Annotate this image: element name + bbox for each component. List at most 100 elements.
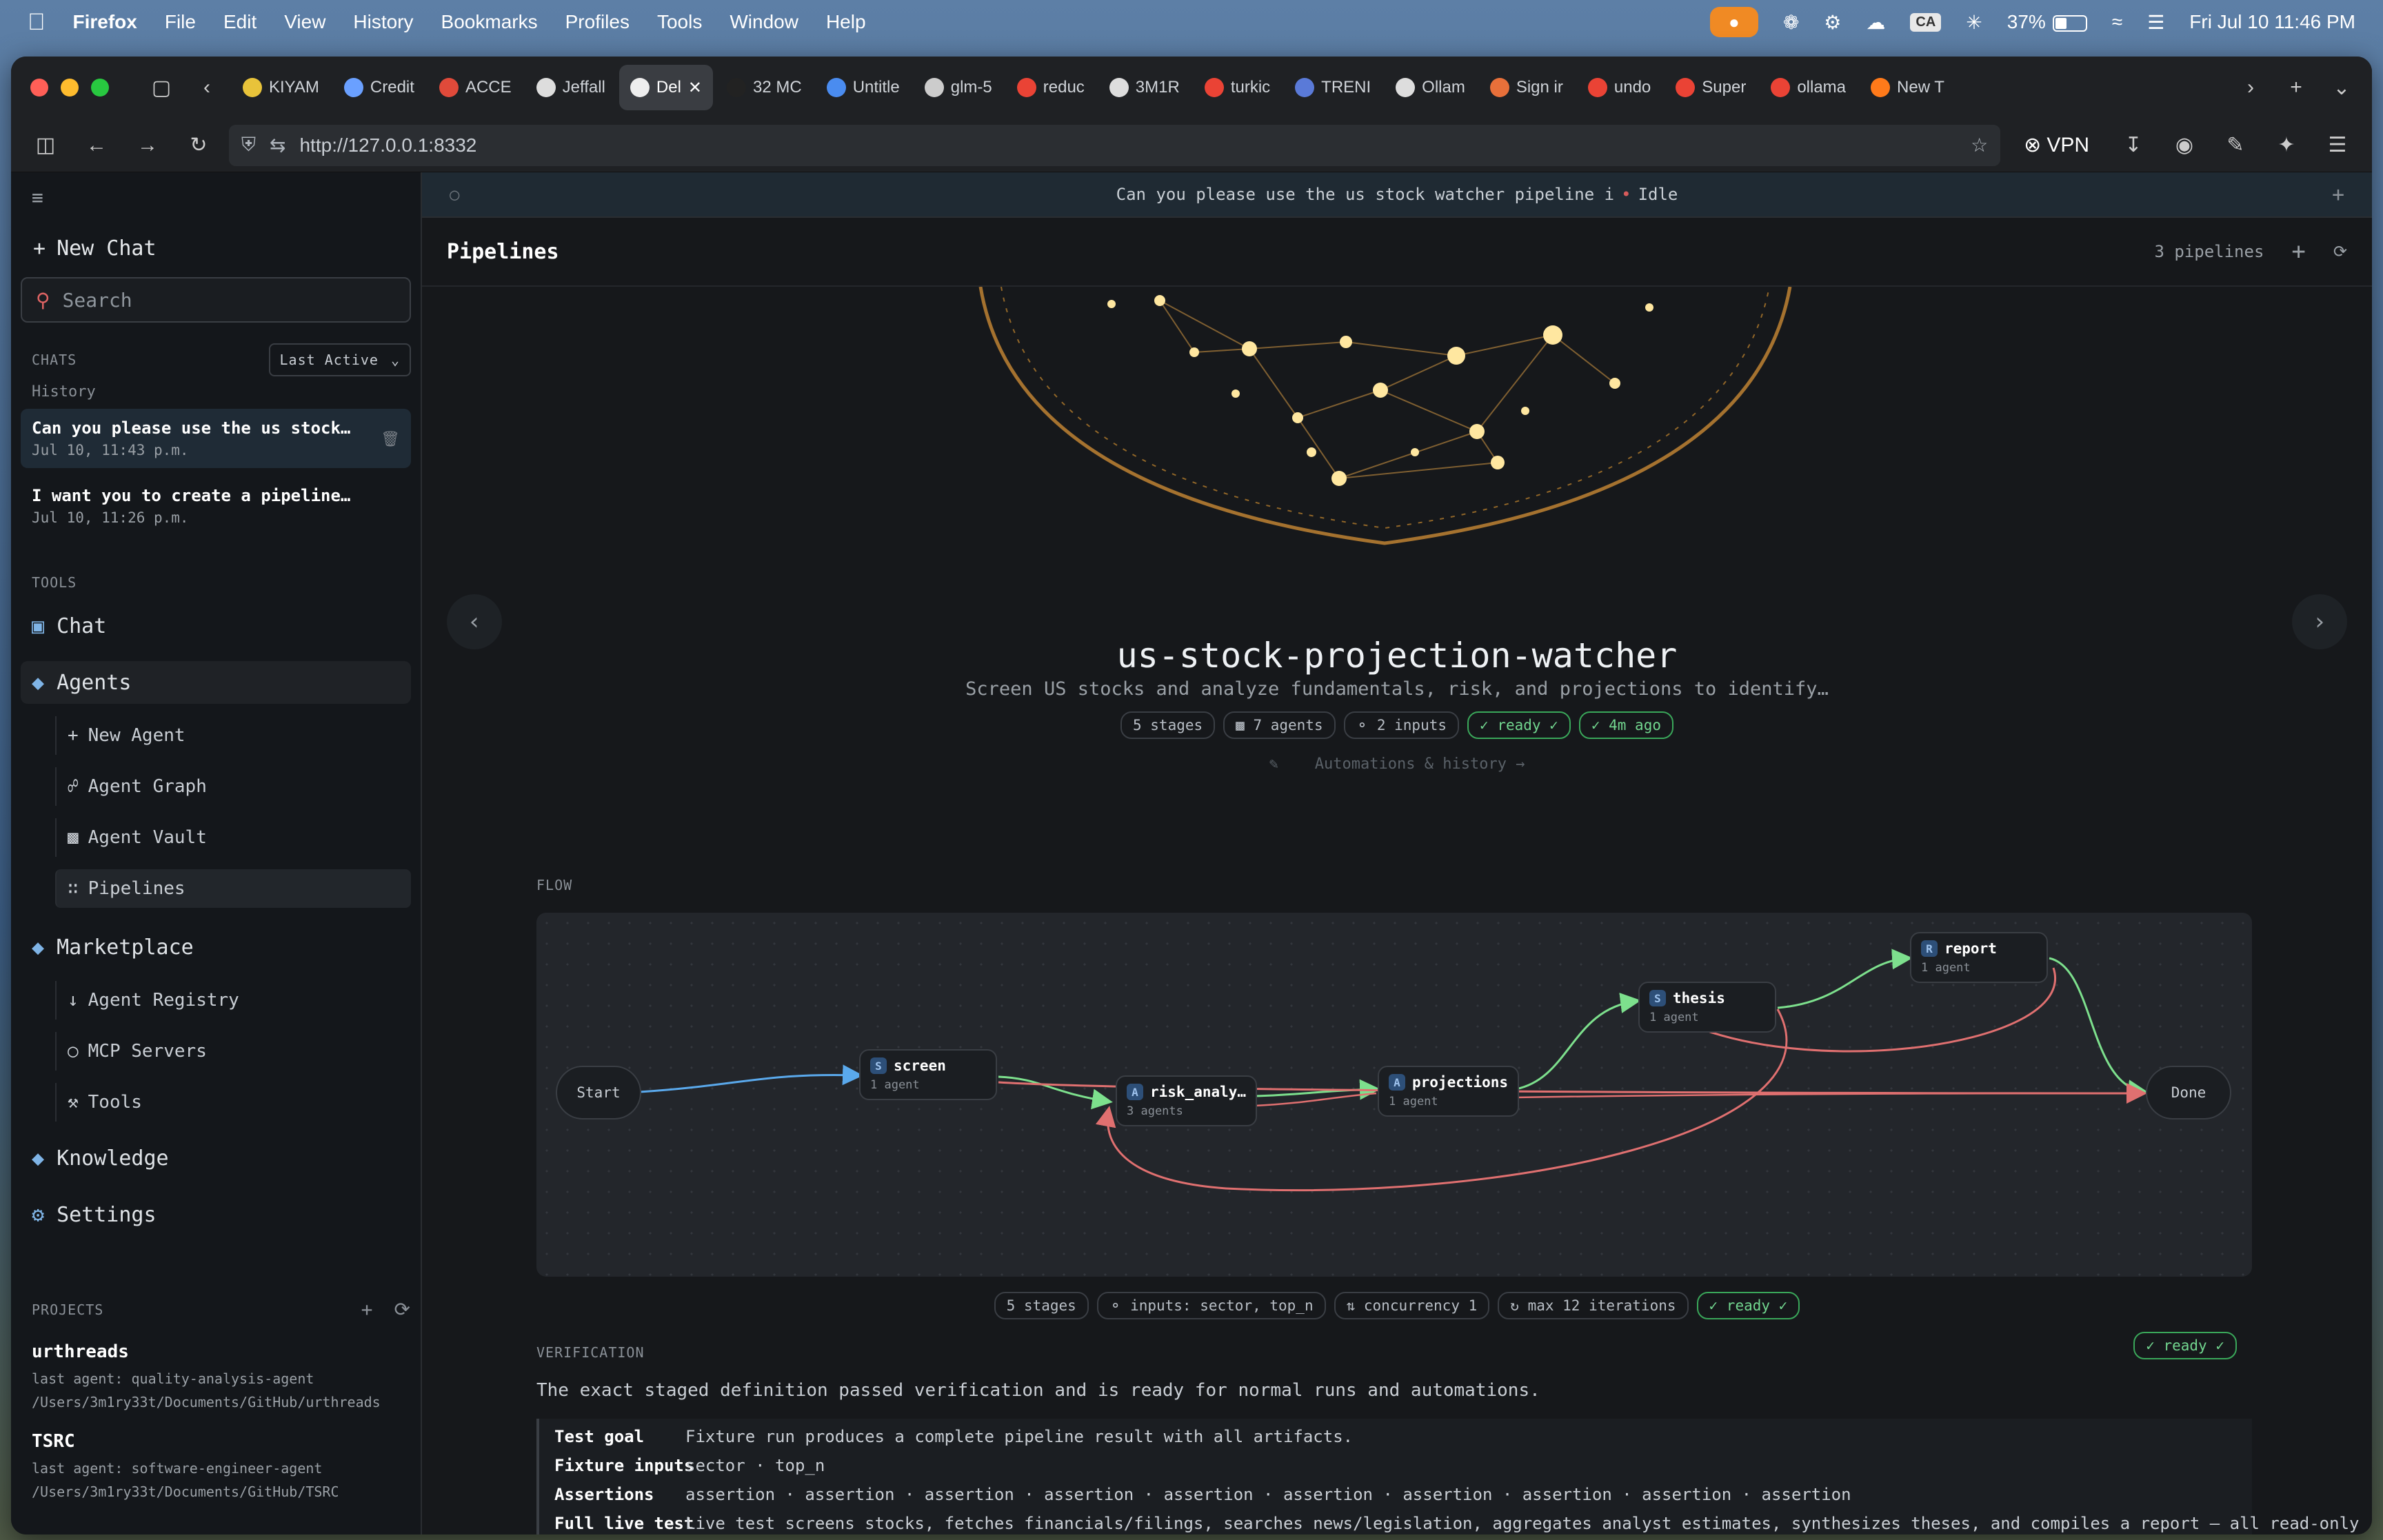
nav-chat[interactable]: ▣ Chat <box>21 605 411 647</box>
flow-node-report[interactable]: Rreport 1 agent <box>1910 932 2048 983</box>
nav-agent-registry[interactable]: ↓ Agent Registry <box>55 981 411 1020</box>
nav-settings[interactable]: ⚙ Settings <box>21 1193 411 1236</box>
refresh-icon[interactable]: ⟳ <box>2333 242 2347 261</box>
menu-profiles[interactable]: Profiles <box>565 11 630 33</box>
menu-view[interactable]: View <box>284 11 325 33</box>
flow-node-thesis[interactable]: Sthesis 1 agent <box>1638 982 1776 1033</box>
tab-overview-icon[interactable]: ▢ <box>141 67 182 108</box>
extension-icon[interactable]: ⚙ <box>1824 11 1841 34</box>
flow-start-node[interactable]: Start <box>556 1066 641 1119</box>
browser-tab[interactable]: TRENI <box>1284 65 1382 110</box>
nav-marketplace[interactable]: ◆ Marketplace <box>21 926 411 969</box>
input-source-icon[interactable]: CA <box>1910 12 1942 32</box>
battery-status[interactable]: 37% <box>2007 11 2087 33</box>
extensions-icon[interactable]: ✎ <box>2215 125 2256 166</box>
project-item[interactable]: urthreads last agent: quality-analysis-a… <box>21 1341 411 1410</box>
flow-node-projections[interactable]: Aprojections 1 agent <box>1378 1066 1520 1117</box>
microphone-icon[interactable]: ● <box>1709 7 1758 37</box>
search-input[interactable]: ⚲ Search <box>21 277 411 323</box>
browser-tab[interactable]: KIYAM <box>232 65 330 110</box>
addon-icon[interactable]: ✦ <box>2266 125 2307 166</box>
node-agents: 3 agents <box>1127 1104 1183 1118</box>
permissions-icon[interactable]: ⇆ <box>270 134 285 156</box>
back-icon[interactable]: ← <box>76 125 117 166</box>
close-tab-icon[interactable]: ✕ <box>688 78 702 98</box>
menu-app-name[interactable]: Firefox <box>73 11 137 33</box>
browser-tab[interactable]: Ollam <box>1385 65 1476 110</box>
menu-tools[interactable]: Tools <box>657 11 702 33</box>
new-chat-plus-icon[interactable]: + <box>2332 183 2344 207</box>
sidebar-menu-icon[interactable]: ≡ <box>32 186 411 209</box>
refresh-projects-icon[interactable]: ⟳ <box>394 1298 411 1321</box>
menu-file[interactable]: File <box>165 11 196 33</box>
chat-item[interactable]: Can you please use the us stock… Jul 10,… <box>21 409 411 468</box>
bookmark-star-icon[interactable]: ☆ <box>1971 134 1988 156</box>
menu-help[interactable]: Help <box>826 11 866 33</box>
flow-done-node[interactable]: Done <box>2146 1066 2231 1119</box>
browser-tab[interactable]: turkic <box>1194 65 1281 110</box>
add-pipeline-icon[interactable]: + <box>2291 238 2305 265</box>
sidebar-toggle-icon[interactable]: ◫ <box>25 125 66 166</box>
sort-dropdown[interactable]: Last Active ⌄ <box>268 343 411 376</box>
browser-tab[interactable]: Sign ir <box>1479 65 1574 110</box>
chat-item[interactable]: I want you to create a pipeline… Jul 10,… <box>21 476 411 536</box>
downloads-icon[interactable]: ↧ <box>2113 125 2154 166</box>
forward-icon[interactable]: → <box>127 125 168 166</box>
menu-bookmarks[interactable]: Bookmarks <box>441 11 538 33</box>
nav-agent-vault[interactable]: ▩ Agent Vault <box>55 818 411 857</box>
reload-icon[interactable]: ↻ <box>178 125 219 166</box>
tabs-scroll-right-icon[interactable]: › <box>2230 67 2271 108</box>
close-window-button[interactable] <box>30 79 48 97</box>
add-project-icon[interactable]: + <box>361 1298 374 1321</box>
browser-tab[interactable]: ACCE <box>428 65 523 110</box>
openai-icon[interactable]: ❁ <box>1783 11 1799 34</box>
menu-history[interactable]: History <box>353 11 413 33</box>
apple-icon[interactable]:  <box>28 9 46 36</box>
menu-edit[interactable]: Edit <box>223 11 257 33</box>
list-tabs-icon[interactable]: ⌄ <box>2321 67 2362 108</box>
browser-tab[interactable]: reduc <box>1006 65 1096 110</box>
control-center-icon[interactable]: ☰ <box>2147 11 2164 34</box>
new-tab-icon[interactable]: + <box>2275 67 2317 108</box>
nav-agent-graph[interactable]: ☍ Agent Graph <box>55 767 411 806</box>
nav-pipelines[interactable]: ∷ Pipelines <box>55 869 411 908</box>
menu-window[interactable]: Window <box>730 11 798 33</box>
chat-status-bar[interactable]: ○ Can you please use the us stock watche… <box>422 172 2372 218</box>
browser-tab[interactable]: New T <box>1860 65 1955 110</box>
browser-tab[interactable]: undo <box>1577 65 1662 110</box>
flow-node-screen[interactable]: Sscreen 1 agent <box>859 1049 997 1100</box>
nav-mcp-servers[interactable]: ○ MCP Servers <box>55 1032 411 1071</box>
browser-tab[interactable]: glm-5 <box>914 65 1003 110</box>
account-icon[interactable]: ◉ <box>2164 125 2205 166</box>
minimize-window-button[interactable] <box>61 79 79 97</box>
flow-node-risk-analysis[interactable]: Arisk_analy… 3 agents <box>1116 1075 1258 1126</box>
browser-tab[interactable]: Credit <box>333 65 425 110</box>
nav-knowledge[interactable]: ◆ Knowledge <box>21 1137 411 1179</box>
nav-new-agent[interactable]: + New Agent <box>55 716 411 755</box>
hamburger-menu-icon[interactable]: ☰ <box>2317 125 2358 166</box>
browser-tab[interactable]: 3M1R <box>1098 65 1191 110</box>
maximize-window-button[interactable] <box>91 79 109 97</box>
browser-tab[interactable]: Super <box>1665 65 1757 110</box>
tabs-scroll-left-icon[interactable]: ‹ <box>186 67 228 108</box>
wifi-icon[interactable]: ≈ <box>2112 11 2122 33</box>
flow-canvas[interactable]: Start Sscreen 1 agent Arisk_analy… 3 age… <box>536 913 2252 1277</box>
new-chat-button[interactable]: + New Chat <box>21 236 411 261</box>
shield-icon[interactable]: ⛨ <box>241 134 256 156</box>
nav-agents[interactable]: ◆ Agents <box>21 661 411 704</box>
weather-icon[interactable]: ☁ <box>1866 11 1885 34</box>
url-text[interactable]: http://127.0.0.1:8332 <box>299 134 1957 156</box>
project-item[interactable]: TSRC last agent: software-engineer-agent… <box>21 1431 411 1500</box>
clock[interactable]: Fri Jul 10 11:46 PM <box>2189 11 2355 33</box>
vpn-button[interactable]: ⊗ VPN <box>2024 133 2089 157</box>
browser-tab[interactable]: ollama <box>1760 65 1857 110</box>
automations-link[interactable]: ✎ Automations & history → <box>422 756 2372 773</box>
browser-tab[interactable]: 32 MC <box>716 65 813 110</box>
trash-icon[interactable]: 🗑 <box>381 431 400 448</box>
browser-tab[interactable]: Jeffall <box>525 65 616 110</box>
browser-tab[interactable]: Del ✕ <box>619 65 714 110</box>
nav-tools[interactable]: ⚒ Tools <box>55 1083 411 1122</box>
sun-icon[interactable]: ✳ <box>1966 11 1982 34</box>
browser-tab[interactable]: Untitle <box>816 65 911 110</box>
address-bar[interactable]: ⛨ ⇆ http://127.0.0.1:8332 ☆ <box>229 124 2001 166</box>
